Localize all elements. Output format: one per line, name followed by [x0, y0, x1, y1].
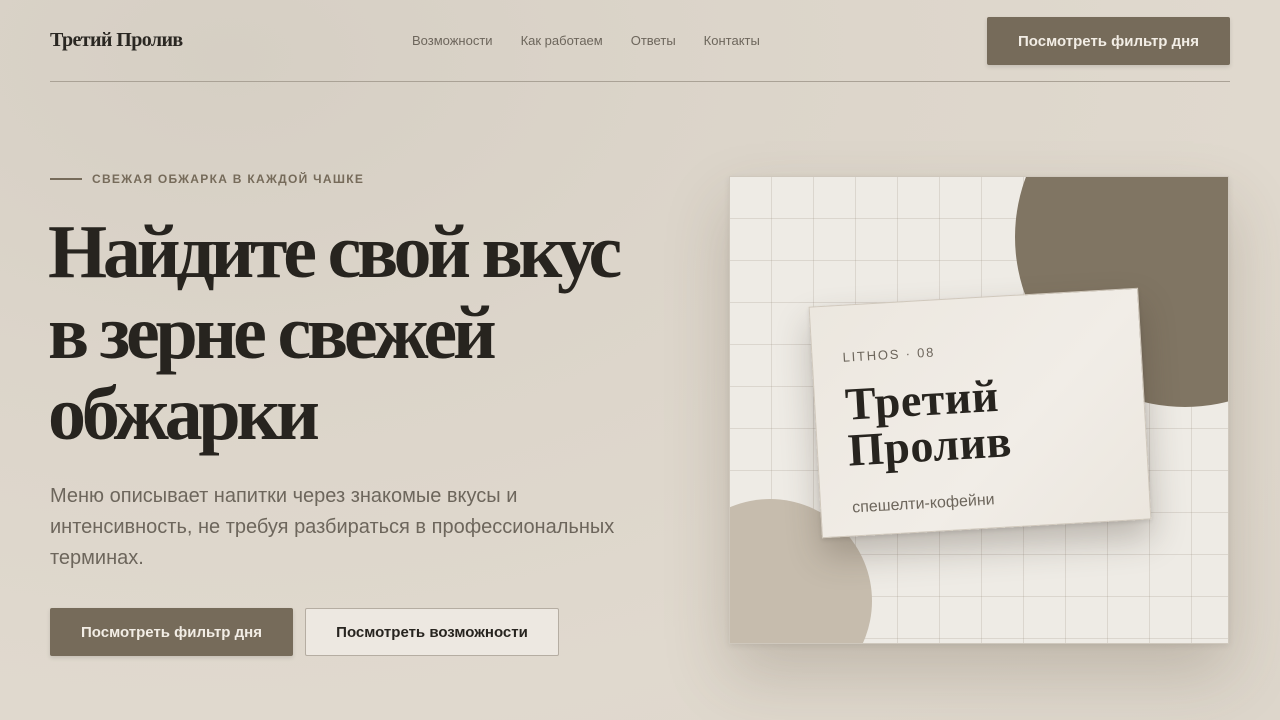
nav-link-how-we-work[interactable]: Как работаем	[521, 33, 603, 48]
hero-headline: Найдите свой вкус в зерне свежей обжарки	[48, 210, 622, 456]
hero-visual: LITHOS · 08 Третий Пролив спешелти-кофей…	[729, 176, 1229, 644]
view-features-button[interactable]: Посмотреть возможности	[305, 608, 559, 656]
eyebrow-text: СВЕЖАЯ ОБЖАРКА В КАЖДОЙ ЧАШКЕ	[92, 172, 365, 186]
main-nav: Возможности Как работаем Ответы Контакты	[412, 33, 760, 48]
filter-of-the-day-button[interactable]: Посмотреть фильтр дня	[50, 608, 293, 656]
brand-card: LITHOS · 08 Третий Пролив спешелти-кофей…	[808, 287, 1152, 539]
site-header: Третий Пролив Возможности Как работаем О…	[50, 0, 1230, 82]
header-filter-of-the-day-button[interactable]: Посмотреть фильтр дня	[987, 17, 1230, 65]
brand-card-subtitle: спешелти-кофейни	[851, 491, 996, 517]
eyebrow-divider	[50, 178, 82, 180]
nav-link-features[interactable]: Возможности	[412, 33, 493, 48]
brand-card-kicker: LITHOS · 08	[842, 344, 936, 365]
nav-link-contacts[interactable]: Контакты	[704, 33, 760, 48]
brand-logo[interactable]: Третий Пролив	[50, 29, 183, 52]
brand-card-title: Третий Пролив	[843, 369, 1014, 476]
nav-link-faq[interactable]: Ответы	[631, 33, 676, 48]
hero-eyebrow: СВЕЖАЯ ОБЖАРКА В КАЖДОЙ ЧАШКЕ	[50, 172, 364, 186]
hero-lead-text: Меню описывает напитки через знакомые вк…	[50, 485, 615, 569]
